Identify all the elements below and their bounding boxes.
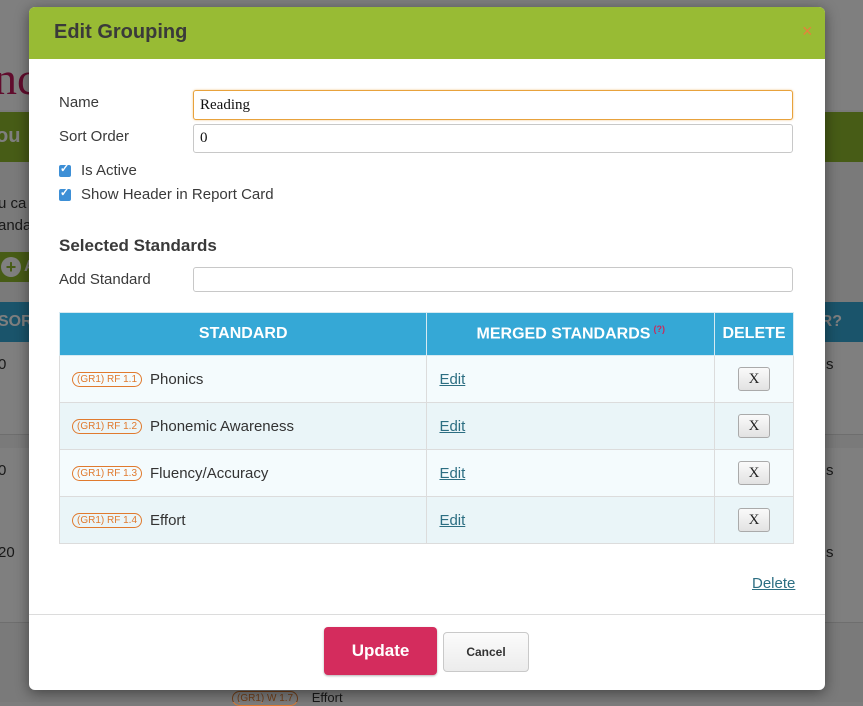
selected-standards-title: Selected Standards [59,236,217,255]
is-active-label: Is Active [81,162,137,179]
merged-cell: Edit [426,402,716,450]
standard-code-tag: (GR1) RF 1.3 [72,466,143,482]
close-icon[interactable]: × [802,21,813,42]
edit-merged-link[interactable]: Edit [439,465,465,482]
edit-merged-link[interactable]: Edit [439,512,465,529]
delete-row-button[interactable]: X [738,367,771,391]
table-row: (GR1) RF 1.3 Fluency/Accuracy Edit X [58,449,794,497]
table-row: (GR1) RF 1.4 Effort Edit X [58,496,794,544]
show-header-label: Show Header in Report Card [81,186,274,203]
sort-order-input[interactable] [193,124,793,153]
add-standard-label: Add Standard [59,271,151,288]
standard-name: Phonics [150,370,204,388]
merged-cell: Edit [426,496,716,544]
delete-cell: X [714,402,794,450]
is-active-checkbox[interactable] [59,162,71,177]
delete-row-button[interactable]: X [738,461,771,485]
merged-cell: Edit [426,449,716,497]
name-input[interactable] [193,90,793,120]
delete-grouping-link[interactable]: Delete [752,575,795,592]
modal-header: Edit Grouping × [29,7,825,59]
standard-code-tag: (GR1) RF 1.2 [72,419,143,435]
standard-name: Effort [150,511,186,529]
delete-cell: X [714,355,794,403]
footer-divider [29,614,825,615]
delete-row-button[interactable]: X [738,508,771,532]
edit-merged-link[interactable]: Edit [439,418,465,435]
name-label: Name [59,94,100,111]
standard-cell: (GR1) RF 1.4 Effort [58,496,428,544]
standard-code-tag: (GR1) RF 1.1 [72,372,143,388]
show-header-checkbox[interactable] [59,186,71,201]
standards-table: STANDARD MERGED STANDARDS (?) DELETE (GR1… [58,312,794,544]
edit-merged-link[interactable]: Edit [439,371,465,388]
col-merged-standards: MERGED STANDARDS (?) [426,312,716,356]
modal-title: Edit Grouping [54,21,188,43]
standard-cell: (GR1) RF 1.3 Fluency/Accuracy [58,449,428,497]
col-delete: DELETE [714,312,794,356]
add-standard-input[interactable] [193,267,793,292]
delete-cell: X [714,449,794,497]
table-header-row: STANDARD MERGED STANDARDS (?) DELETE [58,312,794,356]
col-standard: STANDARD [58,312,428,356]
standard-name: Fluency/Accuracy [150,464,269,482]
delete-cell: X [714,496,794,544]
standard-cell: (GR1) RF 1.1 Phonics [58,355,428,403]
sort-order-label: Sort Order [59,128,130,145]
delete-row-button[interactable]: X [738,414,771,438]
standard-code-tag: (GR1) RF 1.4 [72,513,143,529]
update-button[interactable]: Update [324,627,437,675]
cancel-button[interactable]: Cancel [443,632,529,672]
edit-grouping-modal: Edit Grouping × Name Sort Order Is Activ… [29,7,825,690]
merged-cell: Edit [426,355,716,403]
help-icon[interactable]: (?) [653,324,665,334]
standard-name: Phonemic Awareness [150,417,294,435]
table-row: (GR1) RF 1.2 Phonemic Awareness Edit X [58,402,794,450]
standard-cell: (GR1) RF 1.2 Phonemic Awareness [58,402,428,450]
table-row: (GR1) RF 1.1 Phonics Edit X [58,355,794,403]
col-merged-label: MERGED STANDARDS [476,325,651,343]
